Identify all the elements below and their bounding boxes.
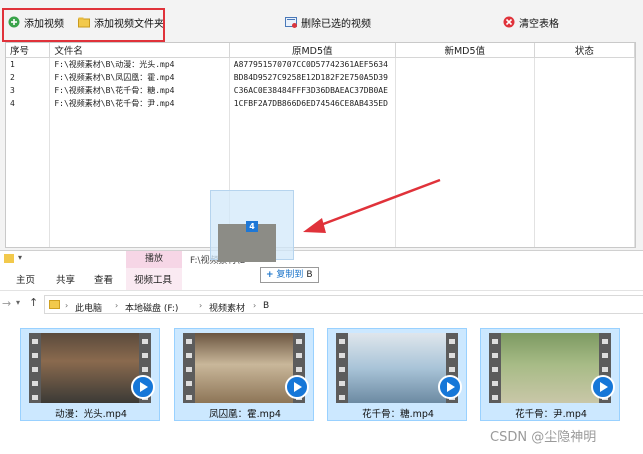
player-badge-icon	[131, 375, 155, 399]
folder-icon	[4, 254, 14, 263]
folder-icon	[49, 300, 60, 309]
chevron-down-icon[interactable]: ▾	[18, 253, 22, 262]
breadcrumb-local-disk[interactable]: 本地磁盘 (F:)	[125, 301, 178, 314]
up-arrow-icon[interactable]: ↑	[29, 296, 38, 309]
player-badge-icon	[438, 375, 462, 399]
forward-arrow-icon[interactable]: →	[2, 297, 11, 310]
copy-to-tooltip: + 复制到 B	[260, 267, 319, 283]
tab-video-tools[interactable]: 视频工具	[134, 272, 172, 286]
watermark: CSDN @尘隐神明	[490, 430, 597, 445]
plus-icon: +	[266, 270, 274, 280]
history-chevron-icon[interactable]: ▾	[16, 298, 20, 307]
file-name: 凤囚凰：霍.mp4	[209, 409, 281, 420]
tab-view[interactable]: 查看	[94, 272, 113, 286]
quick-access-toolbar: ▾ 播放 F:\视频素材\B	[0, 251, 643, 268]
breadcrumb-video-folder[interactable]: 视频素材	[209, 301, 245, 314]
tab-home[interactable]: 主页	[16, 272, 35, 286]
player-badge-icon	[591, 375, 615, 399]
file-explorer-window: ▾ 播放 F:\视频素材\B 主页 共享 查看 视频工具 → ▾ ↑ › 此电脑…	[0, 250, 643, 454]
ribbon-tabs: 主页 共享 查看 视频工具	[0, 268, 643, 291]
address-bar-row: → ▾ ↑ › 此电脑 › 本地磁盘 (F:) › 视频素材 › B	[0, 294, 643, 316]
file-tile[interactable]: 凤囚凰：霍.mp4	[174, 328, 314, 421]
address-bar[interactable]: › 此电脑 › 本地磁盘 (F:) › 视频素材 › B	[44, 295, 643, 314]
breadcrumb-b[interactable]: B	[263, 301, 269, 311]
breadcrumb-this-pc[interactable]: 此电脑	[75, 301, 102, 314]
player-badge-icon	[285, 375, 309, 399]
drag-count-badge: 4	[246, 221, 258, 232]
file-name: 花千骨：尹.mp4	[515, 409, 587, 420]
file-name: 花千骨：糖.mp4	[362, 409, 434, 420]
file-tile[interactable]: 花千骨：尹.mp4	[480, 328, 620, 421]
file-name: 动漫：光头.mp4	[55, 409, 127, 420]
file-tile[interactable]: 花千骨：糖.mp4	[327, 328, 467, 421]
tab-share[interactable]: 共享	[56, 272, 75, 286]
copy-target-text: B	[306, 270, 313, 280]
copy-action-text: 复制到	[276, 270, 304, 280]
context-tab-play[interactable]: 播放	[126, 251, 182, 268]
file-tile[interactable]: 动漫：光头.mp4	[20, 328, 160, 421]
